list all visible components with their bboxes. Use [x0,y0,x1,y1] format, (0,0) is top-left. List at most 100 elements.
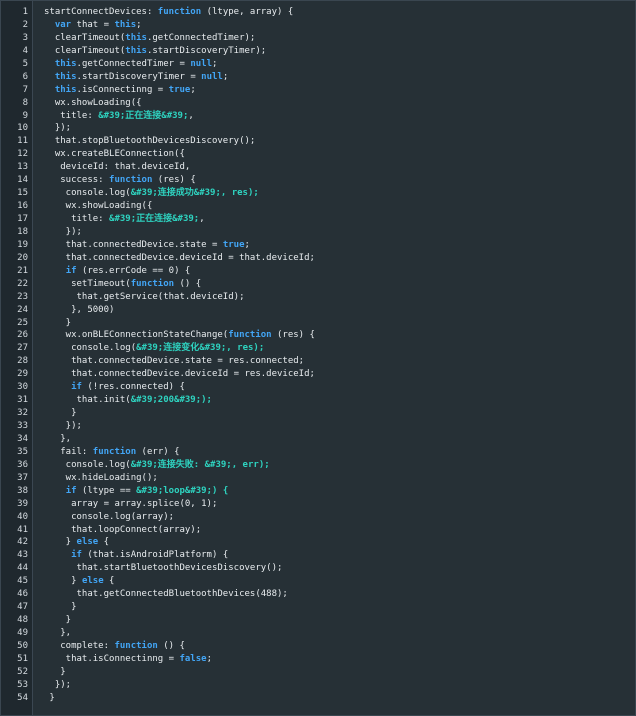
line-text: }, [44,627,71,640]
line-number: 50 [17,640,28,651]
code-line[interactable]: 28 that.connectedDevice.state = res.conn… [1,355,635,368]
code-line[interactable]: 9 title: &#39;正在连接&#39;, [1,110,635,123]
code-line[interactable]: 18 }); [1,226,635,239]
code-line[interactable]: 37 wx.hideLoading(); [1,472,635,485]
code-line[interactable]: 10 }); [1,122,635,135]
code-text: (res) { [152,175,196,186]
code-line[interactable]: 51 that.isConnectinng = false; [1,653,635,666]
code-line[interactable]: 42 } else { [1,536,635,549]
code-line[interactable]: 36 console.log(&#39;连接失败: &#39;, err); [1,459,635,472]
code-line[interactable]: 45 } else { [1,575,635,588]
code-line[interactable]: 31 that.init(&#39;200&#39;); [1,394,635,407]
code-line[interactable]: 43 if (that.isAndroidPlatform) { [1,549,635,562]
code-line[interactable]: 19 that.connectedDevice.state = true; [1,239,635,252]
code-line[interactable]: 13 deviceId: that.deviceId, [1,161,635,174]
code-text: } [44,537,77,548]
code-line[interactable]: 11 that.stopBluetoothDevicesDiscovery(); [1,135,635,148]
code-line[interactable]: 8 wx.showLoading({ [1,97,635,110]
line-number: 22 [17,278,28,289]
code-line[interactable]: 30 if (!res.connected) { [1,381,635,394]
code-line[interactable]: 23 that.getService(that.deviceId); [1,291,635,304]
line-text: if (ltype == &#39;loop&#39;) { [44,485,229,498]
code-text: console.log( [44,188,131,199]
string-token: &#39;200&#39;); [130,395,212,406]
code-line[interactable]: 52 } [1,666,635,679]
code-line[interactable]: 29 that.connectedDevice.deviceId = res.d… [1,368,635,381]
code-line[interactable]: 44 that.startBluetoothDevicesDiscovery()… [1,562,635,575]
code-line[interactable]: 46 that.getConnectedBluetoothDevices(488… [1,588,635,601]
code-block[interactable]: 1 startConnectDevices: function (ltype, a… [1,6,635,705]
code-line[interactable]: 27 console.log(&#39;连接变化&#39;, res); [1,342,635,355]
line-number: 27 [17,343,28,354]
code-line[interactable]: 49 }, [1,627,635,640]
code-line[interactable]: 41 that.loopConnect(array); [1,524,635,537]
keyword-token: true [222,239,245,250]
code-line[interactable]: 7 this.isConnectinng = true; [1,84,635,97]
line-text: startConnectDevices: function (ltype, ar… [44,6,293,19]
line-number: 40 [17,511,28,522]
code-line[interactable]: 2 var that = this; [1,19,635,32]
code-line[interactable]: 12 wx.createBLEConnection({ [1,148,635,161]
code-text: title: [44,110,99,121]
code-line[interactable]: 26 wx.onBLEConnectionStateChange(functio… [1,329,635,342]
code-text: .getConnectedTimer = [76,58,191,69]
code-text: } [44,666,66,677]
keyword-token: if [71,382,82,393]
code-text: that.connectedDevice.state = res.connect… [44,356,305,367]
code-text: startConnectDevices: [44,7,158,17]
code-line[interactable]: 5 this.getConnectedTimer = null; [1,58,635,71]
code-line[interactable]: 20 that.connectedDevice.deviceId = that.… [1,252,635,265]
line-text: console.log(&#39;连接成功&#39;, res); [44,187,259,200]
code-text: title: [44,214,110,224]
code-line[interactable]: 40 console.log(array); [1,511,635,524]
code-text: (res) { [271,330,315,341]
line-text: } else { [44,536,109,549]
code-line[interactable]: 53 }); [1,679,635,692]
line-number: 42 [17,537,28,548]
keyword-token: this [125,45,147,56]
line-text: }, [44,433,71,446]
code-line[interactable]: 47 } [1,601,635,614]
code-line[interactable]: 48 } [1,614,635,627]
code-line[interactable]: 4 clearTimeout(this.startDiscoveryTimer)… [1,45,635,58]
code-editor[interactable]: 1 startConnectDevices: function (ltype, a… [0,0,636,716]
line-number: 13 [17,162,28,173]
code-line[interactable]: 15 console.log(&#39;连接成功&#39;, res); [1,187,635,200]
code-line[interactable]: 3 clearTimeout(this.getConnectedTimer); [1,32,635,45]
code-line[interactable]: 24 }, 5000) [1,304,635,317]
code-line[interactable]: 22 setTimeout(function () { [1,278,635,291]
line-text: } [44,407,76,420]
line-number: 10 [17,123,28,134]
code-line[interactable]: 14 success: function (res) { [1,174,635,187]
line-text: console.log(&#39;连接变化&#39;, res); [44,342,264,355]
code-text: console.log(array); [44,511,175,522]
code-line[interactable]: 21 if (res.errCode == 0) { [1,265,635,278]
code-line[interactable]: 17 title: &#39;正在连接&#39;, [1,213,635,226]
line-text: console.log(&#39;连接失败: &#39;, err); [44,459,270,472]
line-number: 24 [17,304,28,315]
line-text: wx.showLoading({ [44,200,153,213]
code-line[interactable]: 32 } [1,407,635,420]
code-line[interactable]: 35 fail: function (err) { [1,446,635,459]
code-text: that.connectedDevice.deviceId = that.dev… [44,252,315,263]
code-text: }); [44,421,82,431]
code-line[interactable]: 39 array = array.splice(0, 1); [1,498,635,511]
code-line[interactable]: 16 wx.showLoading({ [1,200,635,213]
code-line[interactable]: 25 } [1,317,635,330]
code-line[interactable]: 33 }); [1,420,635,433]
code-line[interactable]: 1 startConnectDevices: function (ltype, a… [1,6,635,19]
code-line[interactable]: 34 }, [1,433,635,446]
code-text: console.log( [44,343,137,354]
code-text: array = array.splice(0, 1); [44,498,218,509]
code-line[interactable]: 6 this.startDiscoveryTimer = null; [1,71,635,84]
code-text: that.stopBluetoothDevicesDiscovery(); [44,136,256,147]
code-line[interactable]: 54 } [1,692,635,705]
code-line[interactable]: 50 complete: function () { [1,640,635,653]
code-text: that.getService(that.deviceId); [44,291,245,302]
code-line[interactable]: 38 if (ltype == &#39;loop&#39;) { [1,485,635,498]
code-text: ; [136,19,142,30]
code-text: ; [206,653,212,664]
